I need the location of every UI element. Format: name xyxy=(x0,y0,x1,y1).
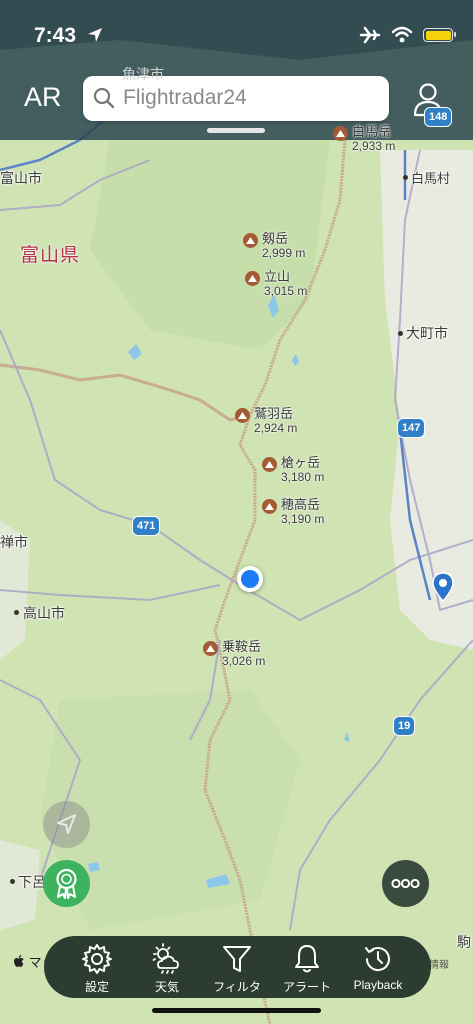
search-placeholder: Flightradar24 xyxy=(123,86,247,109)
sheet-grabber[interactable] xyxy=(207,128,265,133)
city-label-uozu: 魚津市 xyxy=(122,66,164,82)
mountain-name: 槍ヶ岳 xyxy=(281,455,321,470)
airplane-mode-icon xyxy=(359,26,381,44)
mountain-icon xyxy=(262,499,277,514)
mountain-elevation: 2,924 m xyxy=(254,421,298,435)
mountain-tsurugi[interactable]: 剱岳 2,999 m xyxy=(243,231,305,261)
tab-settings[interactable]: 設定 xyxy=(62,942,132,995)
locate-button[interactable] xyxy=(43,801,90,848)
tab-alerts[interactable]: アラート xyxy=(272,942,342,995)
ar-button[interactable]: AR xyxy=(24,82,62,113)
city-label-zen: 禅市 xyxy=(0,534,28,550)
mountain-name: 乗鞍岳 xyxy=(222,639,262,654)
route-shield-19: 19 xyxy=(393,716,416,736)
mountain-icon xyxy=(243,233,258,248)
user-location-dot xyxy=(237,566,263,592)
mountain-elevation: 3,015 m xyxy=(264,284,308,298)
location-arrow-icon xyxy=(88,28,102,42)
system-icons xyxy=(359,26,456,44)
tab-label: 設定 xyxy=(84,980,109,994)
gear-icon xyxy=(82,944,112,974)
mountain-name: 剱岳 xyxy=(262,231,289,246)
award-button[interactable] xyxy=(43,860,90,907)
tab-label: フィルタ xyxy=(213,980,261,994)
navigation-arrow-icon xyxy=(57,814,76,834)
prefecture-label: 富山県 xyxy=(20,245,81,266)
mountain-name: 穂高岳 xyxy=(281,497,321,512)
weather-icon xyxy=(152,943,179,974)
city-dot xyxy=(398,331,403,336)
route-shield-471: 471 xyxy=(132,516,161,536)
mountain-name: 立山 xyxy=(264,269,291,284)
ellipsis-icon xyxy=(391,878,420,889)
more-button[interactable] xyxy=(382,860,429,907)
city-label-koma: 駒 xyxy=(457,934,471,950)
tab-label: アラート xyxy=(282,980,331,994)
bell-icon xyxy=(295,945,319,973)
city-label-hakuba: 白馬村 xyxy=(411,171,451,186)
mountain-elevation: 3,190 m xyxy=(281,512,325,526)
bottom-toolbar: 設定 天気 フィルタ アラート Playback xyxy=(44,936,431,998)
filter-icon xyxy=(223,946,251,972)
mountain-yari[interactable]: 槍ヶ岳 3,180 m xyxy=(262,455,324,485)
mountain-icon xyxy=(333,126,348,141)
city-label-omachi: 大町市 xyxy=(406,325,448,341)
route-shield-148: 148 xyxy=(424,107,453,127)
mountain-washiba[interactable]: 鷲羽岳 2,924 m xyxy=(235,406,297,436)
battery-icon xyxy=(423,28,456,42)
mountain-norikura[interactable]: 乗鞍岳 3,026 m xyxy=(203,639,265,669)
city-dot xyxy=(14,610,19,615)
award-ribbon-icon xyxy=(56,868,77,899)
mountain-tateyama[interactable]: 立山 3,015 m xyxy=(245,269,307,299)
wifi-icon xyxy=(391,26,413,43)
mountain-icon xyxy=(203,641,218,656)
tab-filter[interactable]: フィルタ xyxy=(202,942,272,995)
mountain-elevation: 2,999 m xyxy=(262,246,306,260)
map-pin-icon[interactable] xyxy=(432,572,454,602)
mountain-icon xyxy=(245,271,260,286)
tab-playback[interactable]: Playback xyxy=(340,942,416,992)
mountain-icon xyxy=(235,408,250,423)
mountain-name: 白馬岳 xyxy=(352,124,392,139)
home-indicator[interactable] xyxy=(152,1008,321,1013)
mountain-name: 鷲羽岳 xyxy=(254,406,294,421)
mountain-icon xyxy=(262,457,277,472)
mountain-elevation: 2,933 m xyxy=(352,139,396,153)
apple-logo-icon xyxy=(14,955,24,967)
tab-label: 天気 xyxy=(154,980,179,994)
clock-icon xyxy=(365,947,390,972)
mountain-elevation: 3,026 m xyxy=(222,654,266,668)
tab-label: Playback xyxy=(353,978,403,992)
mountain-elevation: 3,180 m xyxy=(281,470,325,484)
search-icon xyxy=(93,87,115,109)
city-label-takayama: 高山市 xyxy=(23,605,65,621)
city-dot xyxy=(10,879,15,884)
city-dot xyxy=(403,175,408,180)
city-label-toyama: 富山市 xyxy=(0,170,42,186)
route-shield-147: 147 xyxy=(397,418,426,438)
mountain-hotaka[interactable]: 穂高岳 3,190 m xyxy=(262,497,324,527)
tab-weather[interactable]: 天気 xyxy=(132,942,202,995)
status-time: 7:43 xyxy=(34,24,77,47)
mountain-shirouma[interactable]: 白馬岳 2,933 m xyxy=(333,124,395,154)
city-label-shimoro: 下呂 xyxy=(18,874,46,890)
status-bar: 7:43 xyxy=(0,0,473,72)
